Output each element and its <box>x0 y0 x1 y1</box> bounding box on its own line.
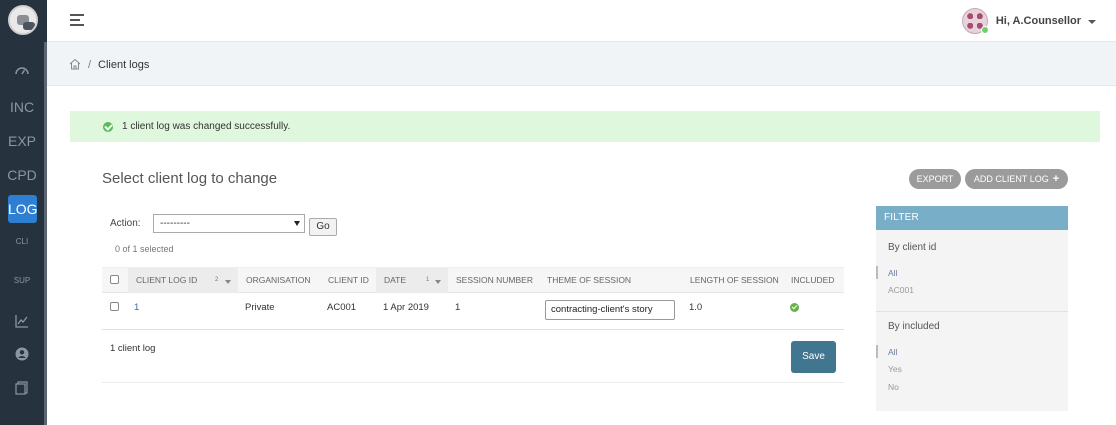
add-client-log-label: ADD CLIENT LOG <box>973 174 1049 184</box>
dashboard-icon[interactable] <box>0 62 44 83</box>
success-message: 1 client log was changed successfully. <box>70 111 1100 142</box>
filter-option-yes[interactable]: Yes <box>888 364 902 374</box>
result-count: 1 client log <box>110 343 156 354</box>
length-cell: 1.0 <box>689 302 703 313</box>
sidebar-item-sup[interactable]: SUP <box>0 276 44 285</box>
theme-of-session-input[interactable]: contracting-client's story <box>545 300 675 320</box>
filter-option-no[interactable]: No <box>888 382 899 392</box>
sort-priority: 2 <box>215 277 219 283</box>
column-theme-of-session[interactable]: THEME OF SESSION <box>547 275 631 285</box>
column-client-log-id[interactable]: CLIENT LOG ID <box>136 275 197 285</box>
sidebar-item-inc[interactable]: INC <box>0 99 44 115</box>
select-all-checkbox[interactable] <box>110 275 119 284</box>
check-circle-icon <box>103 122 113 132</box>
table-header: CLIENT LOG ID 2 ORGANISATION CLIENT ID D… <box>102 267 844 293</box>
filter-section-included: By included <box>888 321 940 332</box>
client-log-id-link[interactable]: 1 <box>134 302 139 313</box>
table-row: 1 Private AC001 1 Apr 2019 1 contracting… <box>102 293 844 330</box>
sidebar-scrollbar[interactable] <box>44 42 47 425</box>
documents-icon[interactable] <box>0 381 44 400</box>
row-checkbox[interactable] <box>110 302 119 311</box>
online-status-indicator <box>980 26 989 34</box>
menu-toggle-icon[interactable] <box>70 14 86 26</box>
action-select[interactable]: --------- <box>153 214 305 233</box>
chevron-down-icon[interactable] <box>1088 19 1096 24</box>
column-client-id[interactable]: CLIENT ID <box>328 275 369 285</box>
date-cell: 1 Apr 2019 <box>383 302 429 313</box>
filter-option-all[interactable]: All <box>875 345 897 358</box>
divider <box>876 311 1068 312</box>
sidebar-item-log[interactable]: LOG <box>8 195 38 223</box>
action-select-value: --------- <box>160 218 190 229</box>
sidebar-item-cli[interactable]: CLI <box>0 237 44 246</box>
logo[interactable] <box>8 5 38 35</box>
success-message-text: 1 client log was changed successfully. <box>122 121 291 132</box>
home-icon[interactable] <box>69 58 81 70</box>
column-length-of-session[interactable]: LENGTH OF SESSION <box>690 275 779 285</box>
plus-icon: + <box>1052 173 1060 185</box>
save-button[interactable]: Save <box>791 341 836 373</box>
export-button[interactable]: EXPORT <box>909 169 961 189</box>
user-circle-icon[interactable] <box>0 347 44 366</box>
filter-option-all[interactable]: All <box>875 266 897 279</box>
breadcrumb: / Client logs <box>47 42 1116 86</box>
filter-section-client-id: By client id <box>888 242 937 253</box>
sort-desc-icon[interactable] <box>225 280 231 284</box>
sort-priority: 1 <box>426 277 430 283</box>
sidebar-item-exp[interactable]: EXP <box>0 133 44 149</box>
sidebar-item-cpd[interactable]: CPD <box>0 167 44 183</box>
sidebar: INC EXP CPD LOG CLI SUP <box>0 0 47 425</box>
user-greeting[interactable]: Hi, A.Counsellor <box>996 15 1081 27</box>
selected-count: 0 of 1 selected <box>115 244 174 254</box>
chart-icon[interactable] <box>0 314 44 333</box>
top-bar: Hi, A.Counsellor <box>47 0 1116 42</box>
filter-title: FILTER <box>876 206 1068 230</box>
filter-option-ac001[interactable]: AC001 <box>888 285 914 295</box>
dropdown-arrow-icon <box>294 221 300 226</box>
column-included[interactable]: INCLUDED <box>791 275 834 285</box>
page-title: Select client log to change <box>102 170 278 187</box>
breadcrumb-separator: / <box>88 59 92 71</box>
client-id-cell: AC001 <box>327 302 357 313</box>
go-button[interactable]: Go <box>309 218 337 236</box>
breadcrumb-current: Client logs <box>98 59 150 71</box>
sort-desc-icon[interactable] <box>435 280 441 284</box>
user-menu[interactable]: Hi, A.Counsellor <box>961 6 1096 36</box>
add-client-log-button[interactable]: ADD CLIENT LOG + <box>965 169 1068 189</box>
column-organisation[interactable]: ORGANISATION <box>246 275 311 285</box>
action-label: Action: <box>110 218 141 229</box>
included-yes-icon <box>790 303 799 312</box>
column-session-number[interactable]: SESSION NUMBER <box>456 275 533 285</box>
column-date[interactable]: DATE <box>384 275 406 285</box>
organisation-cell: Private <box>245 302 275 313</box>
session-number-cell: 1 <box>455 302 461 313</box>
divider <box>102 382 844 383</box>
avatar[interactable] <box>961 8 989 34</box>
export-button-label: EXPORT <box>916 174 954 184</box>
filter-panel: FILTER By client id All AC001 By include… <box>875 206 1068 411</box>
